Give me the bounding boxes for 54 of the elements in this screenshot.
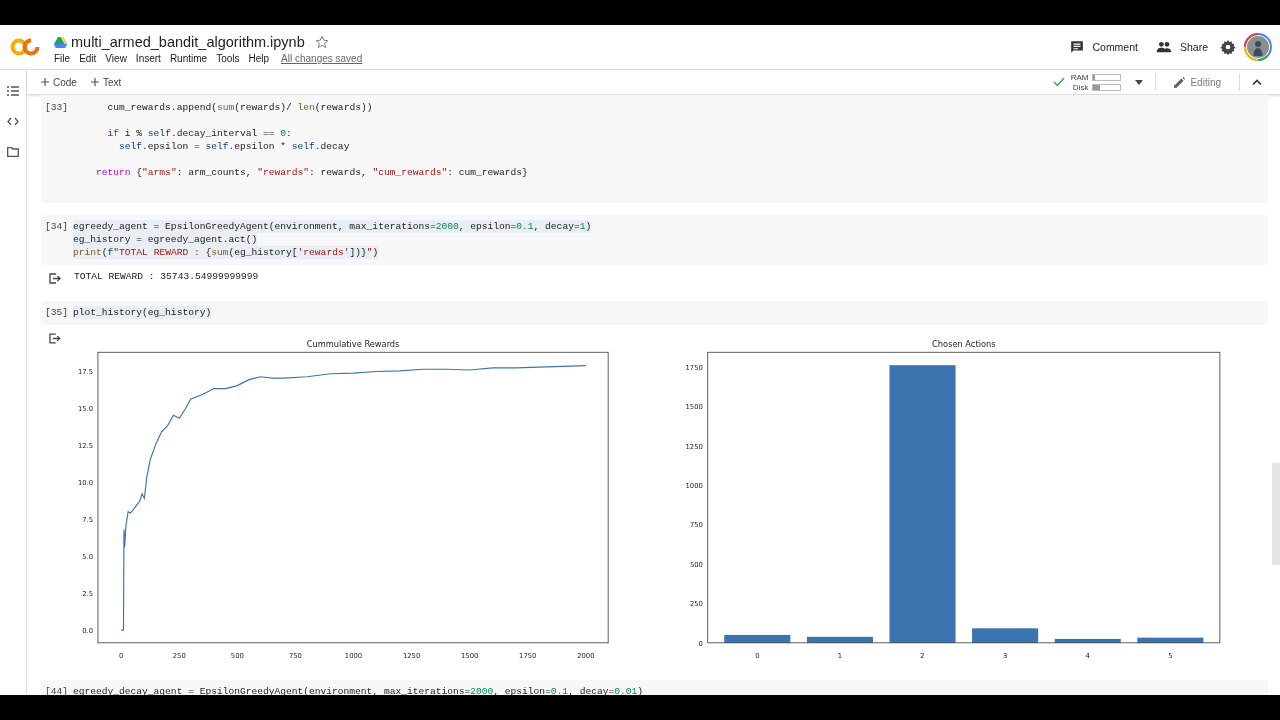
menu-item[interactable]: Help (248, 53, 270, 64)
code-line: if i % self.decay_interval == 0: (106, 127, 292, 140)
chart-title: Chosen Actions (932, 339, 996, 350)
menu-item[interactable]: Runtime (169, 53, 208, 64)
star-icon[interactable] (314, 35, 329, 49)
comment-button[interactable]: Comment (1064, 36, 1144, 58)
dropdown-caret-icon[interactable] (1135, 79, 1144, 85)
chevron-up-icon[interactable] (1252, 79, 1262, 85)
people-icon (1155, 41, 1172, 53)
output-text: TOTAL REWARD : 35743.54999999999 (74, 270, 259, 283)
code-cell[interactable] (41, 95, 1268, 203)
menu-item[interactable]: Tools (216, 53, 240, 64)
bar (972, 628, 1039, 643)
output-icon[interactable] (49, 333, 61, 344)
notebook-title[interactable]: multi_armed_bandit_algorithm.ipynb (71, 34, 305, 50)
code-line: self.epsilon = self.epsilon * self.decay (118, 140, 350, 153)
chart-title: Cummulative Rewards (306, 339, 400, 350)
code-cell[interactable]: [34] egreedy_agent = EpsilonGreedyAgent(environment, max_iterations=2000, epsilon=0.1, decay=1) eg_history = egreedy_agent.act() print(f"TOTAL REWARD : {sum(eg_history['rewards'])}") (41, 215, 1268, 265)
save-status-link[interactable]: All changes saved (281, 53, 363, 64)
menu-item[interactable]: View (105, 53, 127, 64)
execution-count: [33] (44, 101, 70, 115)
menu-item[interactable]: File (54, 53, 71, 64)
code-line: cum_rewards.append(sum(rewards)/ len(rewards)) (106, 101, 373, 114)
add-text-button[interactable]: Text (86, 74, 126, 90)
plus-icon (41, 78, 49, 86)
code-icon[interactable] (7, 117, 19, 126)
resource-meter (1092, 83, 1122, 91)
avatar[interactable] (1244, 33, 1272, 61)
resource-meter (1092, 73, 1122, 81)
execution-count: [34] (44, 220, 70, 234)
colab-logo[interactable] (10, 37, 40, 57)
execution-count: [35] (44, 306, 70, 319)
scrollbar[interactable] (1272, 463, 1280, 565)
code-line: return {"arms": arm_counts, "rewards": rewards, "cum_rewards": cum_rewards} (95, 166, 528, 179)
table-of-contents-icon[interactable] (7, 86, 19, 96)
pencil-icon (1174, 76, 1186, 88)
folder-icon[interactable] (7, 147, 19, 157)
meter-label: RAM (1070, 72, 1089, 82)
bar (1055, 638, 1122, 643)
code-cell[interactable]: [35] plot_history(eg_history) (41, 301, 1268, 325)
output-icon[interactable] (49, 273, 61, 284)
add-code-button[interactable]: Code (37, 74, 81, 90)
menu-item[interactable]: Edit (79, 53, 97, 64)
settings-icon[interactable] (1220, 39, 1236, 55)
bar (724, 634, 791, 643)
drive-icon[interactable] (54, 36, 67, 48)
share-button[interactable]: Share (1149, 37, 1214, 57)
bar (807, 636, 874, 643)
editing-mode-button[interactable]: Editing (1168, 75, 1227, 89)
bar (1137, 637, 1204, 643)
meter-label: Disk (1072, 82, 1089, 92)
plus-icon (90, 78, 99, 86)
menu-item[interactable]: Insert (135, 53, 161, 64)
comment-icon (1070, 40, 1085, 54)
